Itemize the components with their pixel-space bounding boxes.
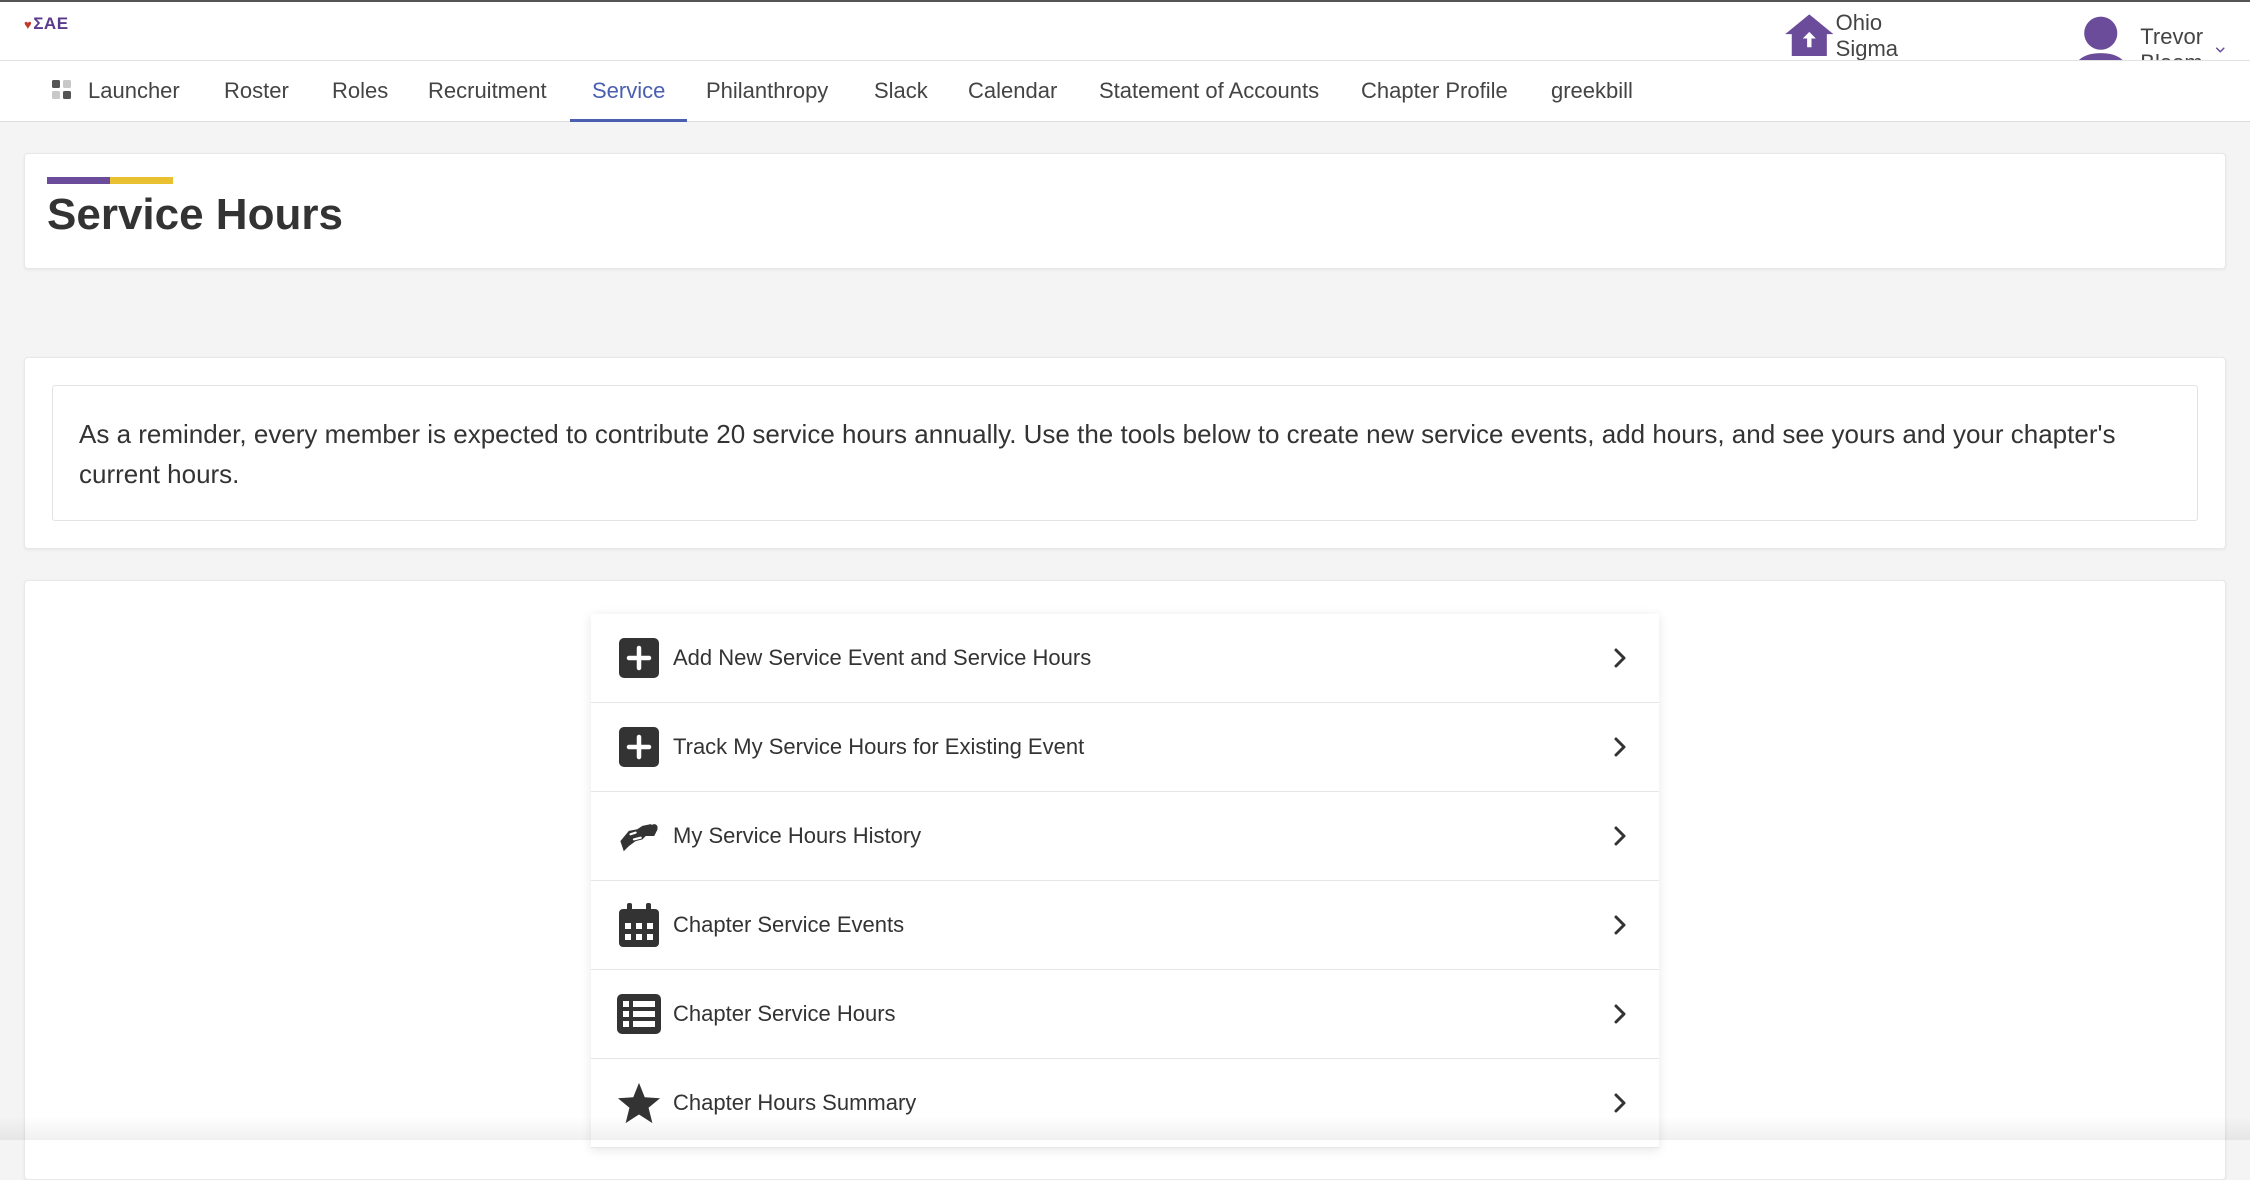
chevron-right-icon: [1614, 737, 1626, 757]
title-card: Service Hours: [24, 153, 2226, 269]
tool-track-my-hours[interactable]: Track My Service Hours for Existing Even…: [591, 703, 1659, 792]
main-nav: Launcher Roster Roles Recruitment Servic…: [0, 60, 2250, 122]
nav-greekbill[interactable]: greekbill: [1529, 61, 1655, 122]
crest-icon: ♥: [24, 17, 33, 32]
top-bar: ♥ΣΑΕ Ohio Sigma Trevor Bloom: [0, 0, 2250, 83]
tool-label: Add New Service Event and Service Hours: [673, 645, 1092, 670]
nav-slack[interactable]: Slack: [852, 61, 950, 122]
nav-recruitment[interactable]: Recruitment: [406, 61, 569, 122]
chapter-selector[interactable]: Ohio Sigma: [1783, 10, 1898, 63]
chapter-name: Ohio Sigma: [1835, 10, 1898, 62]
handshake-icon: [617, 814, 661, 858]
house-icon: [1785, 14, 1834, 57]
tool-label: Chapter Hours Summary: [673, 1090, 917, 1115]
bottom-shade: [0, 1116, 2250, 1140]
nav-roles[interactable]: Roles: [310, 61, 410, 122]
service-tools-list: Add New Service Event and Service Hours …: [591, 614, 1659, 1148]
grid-icon: [52, 80, 71, 100]
chevron-right-icon: [1614, 1004, 1626, 1024]
tool-label: My Service Hours History: [673, 823, 922, 848]
nav-label: Launcher: [88, 78, 180, 103]
chevron-right-icon: [1614, 915, 1626, 935]
tool-my-hours-history[interactable]: My Service Hours History: [591, 792, 1659, 881]
plus-square-icon: [617, 725, 661, 769]
list-icon: [617, 992, 661, 1036]
tool-chapter-service-events[interactable]: Chapter Service Events: [591, 881, 1659, 970]
logo-text: ΣΑΕ: [33, 14, 69, 33]
nav-roster[interactable]: Roster: [202, 61, 311, 122]
tool-chapter-service-hours[interactable]: Chapter Service Hours: [591, 970, 1659, 1059]
tool-add-service-event[interactable]: Add New Service Event and Service Hours: [591, 614, 1659, 703]
tool-label: Track My Service Hours for Existing Even…: [673, 734, 1085, 759]
nav-service[interactable]: Service: [570, 61, 688, 122]
service-reminder-text: As a reminder, every member is expected …: [52, 385, 2198, 521]
nav-launcher[interactable]: Launcher: [30, 61, 202, 122]
brand-accent-bar: [47, 177, 173, 184]
chevron-right-icon: [1614, 648, 1626, 668]
nav-philanthropy[interactable]: Philanthropy: [684, 61, 850, 122]
chevron-right-icon: [1614, 826, 1626, 846]
nav-calendar[interactable]: Calendar: [946, 61, 1079, 122]
tool-label: Chapter Service Hours: [673, 1001, 896, 1026]
chevron-down-icon: [2216, 47, 2226, 53]
nav-chapter-profile[interactable]: Chapter Profile: [1339, 61, 1530, 122]
calendar-icon: [617, 903, 661, 947]
tool-label: Chapter Service Events: [673, 912, 905, 937]
chevron-right-icon: [1614, 1093, 1626, 1113]
plus-square-icon: [617, 636, 661, 680]
notice-card: As a reminder, every member is expected …: [24, 357, 2226, 549]
page-title: Service Hours: [47, 190, 343, 239]
nav-statement-of-accounts[interactable]: Statement of Accounts: [1077, 61, 1341, 122]
logo[interactable]: ♥ΣΑΕ: [24, 14, 69, 34]
